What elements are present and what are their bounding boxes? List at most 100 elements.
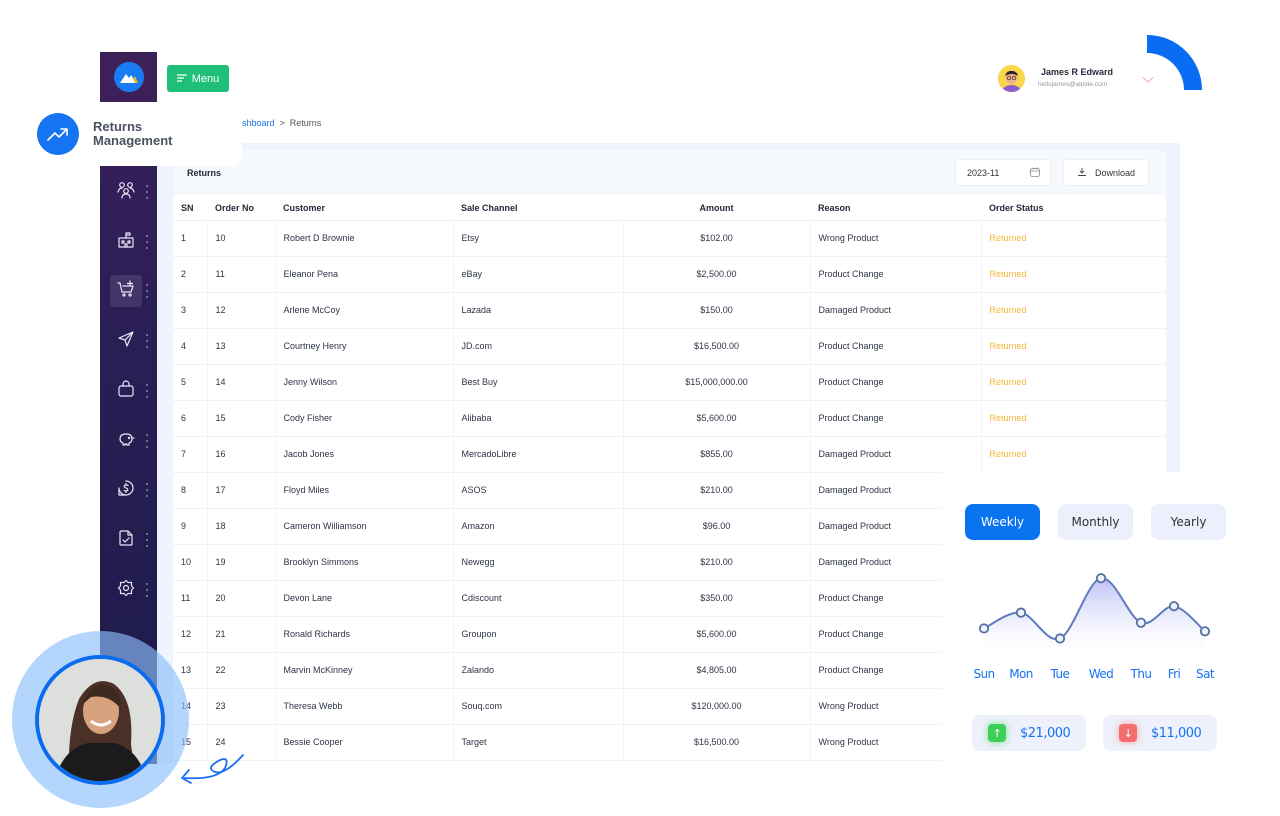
chart-point-tue[interactable] [1054,633,1066,644]
table-row[interactable]: 1 10 Robert D Brownie Etsy $102.00 Wrong Prod… [173,220,1166,257]
order-no-cell: 15 [206,400,275,437]
settings-icon [117,579,135,602]
table-row[interactable]: 4 13 Courtney Henry JD.com $16,500.00 Product… [173,328,1166,365]
x-tick-label: Tue [1050,667,1070,681]
reason-cell: Damaged Product [809,292,981,329]
customer-cell: Brooklyn Simmons [274,544,453,581]
sidebar-item-more-icon[interactable] [145,334,149,348]
calendar-icon [1030,167,1040,179]
amount-cell: $150.00 [622,292,810,329]
sidebar-item-cart-plus[interactable] [110,275,142,307]
table-row[interactable]: 5 14 Jenny Wilson Best Buy $15,000,000.00 Pro… [173,364,1166,401]
yearly-tab[interactable]: Yearly [1151,504,1226,540]
sidebar-item-more-icon[interactable] [145,483,149,497]
column-header[interactable]: Order No [207,196,275,221]
table-row[interactable]: 7 16 Jacob Jones MercadoLibre $855.00 Damaged… [173,436,1166,473]
sale-channel-cell: Newegg [452,544,623,581]
chart-point-sat[interactable] [1199,626,1211,637]
order-no-cell: 19 [206,544,275,581]
sidebar-item-more-icon[interactable] [145,185,149,199]
breadcrumb: shboard > Returns [242,118,321,128]
reason-cell: Wrong Product [809,220,981,257]
x-tick-label: Wed [1089,667,1113,681]
menu-label: Menu [191,72,220,85]
amount-cell: $210.00 [622,544,810,581]
user-avatar[interactable] [998,65,1025,92]
x-tick-label: Fri [1168,667,1181,681]
sidebar-item-document-check[interactable] [110,524,142,556]
sidebar-item-more-icon[interactable] [145,434,149,448]
column-header[interactable]: Amount [623,196,810,221]
status-cell: Returned [980,436,1166,473]
reason-cell: Product Change [809,256,981,293]
menu-button[interactable]: Menu [167,65,229,92]
sidebar-item-piggy-bank[interactable] [110,425,142,457]
app-logo[interactable] [100,52,157,102]
month-picker[interactable]: 2023-11 [955,159,1051,186]
order-no-cell: 22 [206,652,275,689]
decorative-squiggle [181,754,244,784]
sn-cell: 10 [173,544,207,581]
amount-cell: $16,500.00 [622,328,810,365]
customer-cell: Ronald Richards [274,616,453,653]
column-header[interactable]: Customer [275,196,453,221]
sidebar-item-dollar[interactable] [110,474,142,506]
chart-point-thu[interactable] [1135,617,1147,628]
stat-increase: ↑ $21,000 [972,715,1086,751]
amount-cell: $16,500.00 [622,724,810,761]
table-row[interactable]: 2 11 Eleanor Pena eBay $2,500.00 Product Chan… [173,256,1166,293]
sale-channel-cell: ASOS [452,472,623,509]
table-row[interactable]: 3 12 Arlene McCoy Lazada $150.00 Damaged Prod… [173,292,1166,329]
sidebar-item-more-icon[interactable] [145,583,149,597]
sn-cell: 11 [173,580,207,617]
column-header[interactable]: SN [173,196,207,221]
sidebar-item-send[interactable] [110,325,142,357]
decorative-arc [1147,35,1202,90]
sidebar-item-more-icon[interactable] [145,284,149,298]
sidebar-item-more-icon[interactable] [145,384,149,398]
sale-channel-cell: Best Buy [452,364,623,401]
x-tick-label: Thu [1130,667,1152,681]
monthly-tab[interactable]: Monthly [1058,504,1133,540]
order-no-cell: 12 [206,292,275,329]
chart-point-wed[interactable] [1095,573,1107,584]
order-no-cell: 16 [206,436,275,473]
table-row[interactable]: 6 15 Cody Fisher Alibaba $5,600.00 Product Ch… [173,400,1166,437]
section-title-card: Returns Management [20,102,242,166]
order-no-cell: 23 [206,688,275,725]
sidebar-item-more-icon[interactable] [145,533,149,547]
amount-cell: $350.00 [622,580,810,617]
sn-cell: 4 [173,328,207,365]
amount-cell: $15,000,000.00 [622,364,810,401]
column-header[interactable]: Reason [810,196,981,221]
customer-cell: Eleanor Pena [274,256,453,293]
customer-cell: Jacob Jones [274,436,453,473]
sidebar-item-shopping-bag[interactable] [110,375,142,407]
sidebar-item-school[interactable] [110,226,142,258]
sidebar-item-users[interactable] [110,176,142,208]
users-icon [117,181,135,204]
sidebar-item-more-icon[interactable] [145,235,149,249]
weekly-tab[interactable]: Weekly [965,504,1040,540]
download-button[interactable]: Download [1063,159,1149,186]
sale-channel-cell: Target [452,724,623,761]
user-name: James R Edward [1041,67,1114,77]
amount-cell: $855.00 [622,436,810,473]
chart-point-sun[interactable] [978,623,990,634]
sale-channel-cell: Souq.com [452,688,623,725]
sidebar-item-settings[interactable] [110,574,142,606]
sale-channel-cell: Zalando [452,652,623,689]
arrow-down-icon: ↓ [1119,724,1137,742]
breadcrumb-dashboard-link[interactable]: shboard [242,118,275,128]
order-no-cell: 20 [206,580,275,617]
trending-up-icon [37,113,79,155]
customer-cell: Cody Fisher [274,400,453,437]
sn-cell: 7 [173,436,207,473]
column-header[interactable]: Order Status [981,196,1166,221]
chart-point-mon[interactable] [1015,607,1027,618]
chart-point-fri[interactable] [1168,601,1180,612]
shopping-bag-icon [117,379,135,403]
profile-photo [35,655,165,785]
amount-cell: $96.00 [622,508,810,545]
column-header[interactable]: Sale Channel [453,196,623,221]
